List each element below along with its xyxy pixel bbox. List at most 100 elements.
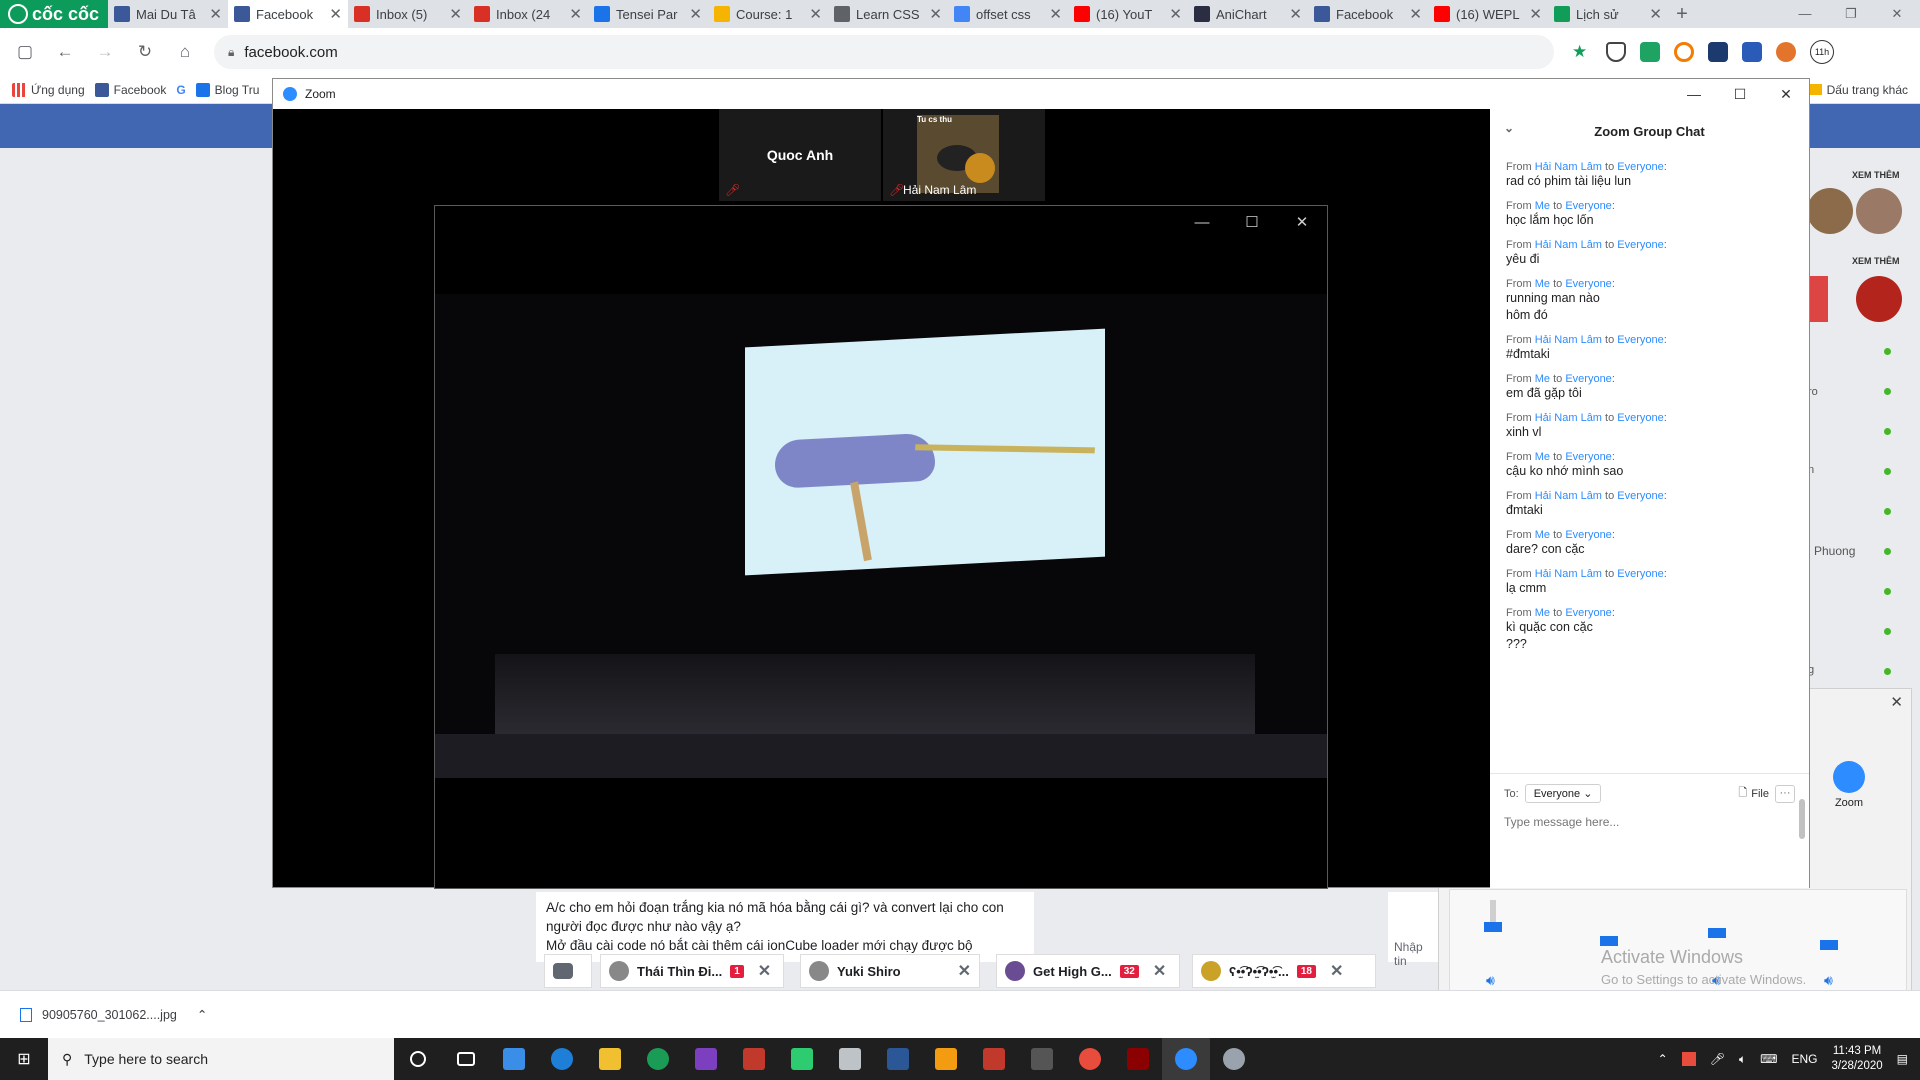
browser-tab[interactable]: (16) YouT ✕ [1068,0,1188,28]
browser-tab[interactable]: offset css ✕ [948,0,1068,28]
cortana-icon[interactable] [394,1038,442,1080]
app-icon[interactable] [826,1038,874,1080]
close-icon[interactable]: ✕ [1153,961,1166,981]
browser-tab[interactable]: (16) WEPL ✕ [1428,0,1548,28]
sender-name[interactable]: Me [1535,529,1550,541]
story-avatar[interactable] [1807,188,1853,234]
recipient-name[interactable]: Everyone [1617,239,1663,251]
story-avatar[interactable] [1856,188,1902,234]
sender-name[interactable]: Hải Nam Lâm [1535,334,1602,346]
recipient-name[interactable]: Everyone [1565,451,1611,463]
close-icon[interactable]: ✕ [1049,5,1062,23]
microphone-icon[interactable]: 🎤︎ [1710,1052,1725,1066]
bookmark-google[interactable]: G [176,83,185,97]
close-icon[interactable]: ✕ [569,5,582,23]
chevron-up-icon[interactable]: ⌃ [197,1007,207,1022]
chat-tab[interactable]: ʕ•̫͡•ʔ•̫͡•ʔ•̫͡•... 18 ✕ [1192,954,1376,988]
slider-thumb[interactable] [1820,940,1838,950]
close-button[interactable]: ✕ [1277,206,1327,240]
message-input-hint[interactable]: Nhập tin [1388,892,1438,968]
chat-tab[interactable]: Yuki Shiro ✕ [800,954,980,988]
close-icon[interactable]: ✕ [329,5,342,23]
close-button[interactable]: ✕ [1763,79,1809,109]
sender-name[interactable]: Hải Nam Lâm [1535,239,1602,251]
profile-avatar[interactable]: 11h [1810,40,1834,64]
keyboard-icon[interactable]: ⌨︎ [1760,1052,1777,1066]
contact-name[interactable]: Phuong [1814,544,1855,558]
store-icon[interactable] [490,1038,538,1080]
home-button[interactable]: ⌂ [174,41,196,63]
chevron-up-icon[interactable]: ⌃ [1658,1052,1668,1066]
chevron-down-icon[interactable]: ⌄ [1504,121,1514,135]
task-view-icon[interactable] [442,1038,490,1080]
slider-thumb[interactable] [1600,936,1618,946]
sender-name[interactable]: Hải Nam Lâm [1535,161,1602,173]
minimize-button[interactable]: — [1782,0,1828,28]
off-extension-icon[interactable] [1742,42,1762,62]
close-button[interactable]: ✕ [1874,0,1920,28]
speaker-icon[interactable]: 🔈︎ [1739,1052,1746,1067]
browser-tab[interactable]: Facebook ✕ [228,0,348,28]
sender-name[interactable]: Hải Nam Lâm [1535,412,1602,424]
new-tab-button[interactable]: + [1668,0,1696,28]
browser-tab[interactable]: Learn CSS ✕ [828,0,948,28]
taskbar-search[interactable]: ⚲ Type here to search [48,1038,394,1080]
app-icon[interactable] [970,1038,1018,1080]
bookmark-blog[interactable]: Blog Tru [195,82,259,97]
download-filename[interactable]: 90905760_301062....jpg [42,1008,177,1022]
file-explorer-icon[interactable] [586,1038,634,1080]
chat-tab[interactable]: Thái Thìn Đi... 1 ✕ [600,954,784,988]
maximize-button[interactable]: ☐ [1227,206,1277,240]
browser-tab[interactable]: Tensei Par ✕ [588,0,708,28]
shield-extension-icon[interactable] [1606,42,1626,62]
sidebar-toggle-icon[interactable]: ▢ [14,41,36,63]
close-icon[interactable]: ✕ [1529,5,1542,23]
edge-icon[interactable] [538,1038,586,1080]
close-icon[interactable]: ✕ [1649,5,1662,23]
sublime-icon[interactable] [922,1038,970,1080]
forward-button[interactable]: → [94,41,116,63]
sender-name[interactable]: Hải Nam Lâm [1535,490,1602,502]
recipient-name[interactable]: Everyone [1565,373,1611,385]
bookmark-apps[interactable]: Ứng dụng [12,82,85,97]
app-icon[interactable] [1066,1038,1114,1080]
browser-tab[interactable]: Facebook ✕ [1308,0,1428,28]
recipient-name[interactable]: Everyone [1565,200,1611,212]
clock[interactable]: 11:43 PM 3/28/2020 [1831,1044,1882,1074]
more-options-button[interactable]: ··· [1775,784,1795,803]
coccoc-extension-icon[interactable] [1674,42,1694,62]
recipient-name[interactable]: Everyone [1565,607,1611,619]
close-icon[interactable]: ✕ [449,5,462,23]
calculator-icon[interactable] [1018,1038,1066,1080]
sender-name[interactable]: Me [1535,278,1550,290]
star-bookmark-icon[interactable]: ★ [1572,42,1592,62]
visual-studio-icon[interactable] [682,1038,730,1080]
speaker-icon[interactable]: 🔊︎ [1824,972,1833,989]
recipient-name[interactable]: Everyone [1565,278,1611,290]
windows-start-icon[interactable]: ⊞ [0,1038,48,1080]
browser-logo[interactable]: cốc cốc [0,0,108,28]
sender-name[interactable]: Me [1535,607,1550,619]
app-icon[interactable] [730,1038,778,1080]
app-icon[interactable] [1210,1038,1258,1080]
chat-tab[interactable]: Get High G... 32 ✕ [996,954,1180,988]
reload-button[interactable]: ↻ [134,41,156,63]
close-icon[interactable]: ✕ [1890,693,1903,711]
sender-name[interactable]: Me [1535,373,1550,385]
recipient-name[interactable]: Everyone [1565,529,1611,541]
close-icon[interactable]: ✕ [809,5,822,23]
coccoc-taskbar-icon[interactable] [634,1038,682,1080]
browser-tab[interactable]: Inbox (24 ✕ [468,0,588,28]
recipient-name[interactable]: Everyone [1617,568,1663,580]
close-icon[interactable]: ✕ [758,961,771,981]
speaker-icon[interactable]: 🔊︎ [1486,972,1495,989]
chat-menu-button[interactable] [544,954,592,988]
maximize-button[interactable]: ☐ [1717,79,1763,109]
dark-extension-icon[interactable] [1708,42,1728,62]
minimize-button[interactable]: — [1177,206,1227,240]
see-more-label[interactable]: XEM THÊM [1852,256,1900,266]
close-icon[interactable]: ✕ [1330,961,1343,981]
chat-message-input[interactable] [1504,815,1784,829]
restore-button[interactable]: ❐ [1828,0,1874,28]
download-extension-icon[interactable] [1640,42,1660,62]
